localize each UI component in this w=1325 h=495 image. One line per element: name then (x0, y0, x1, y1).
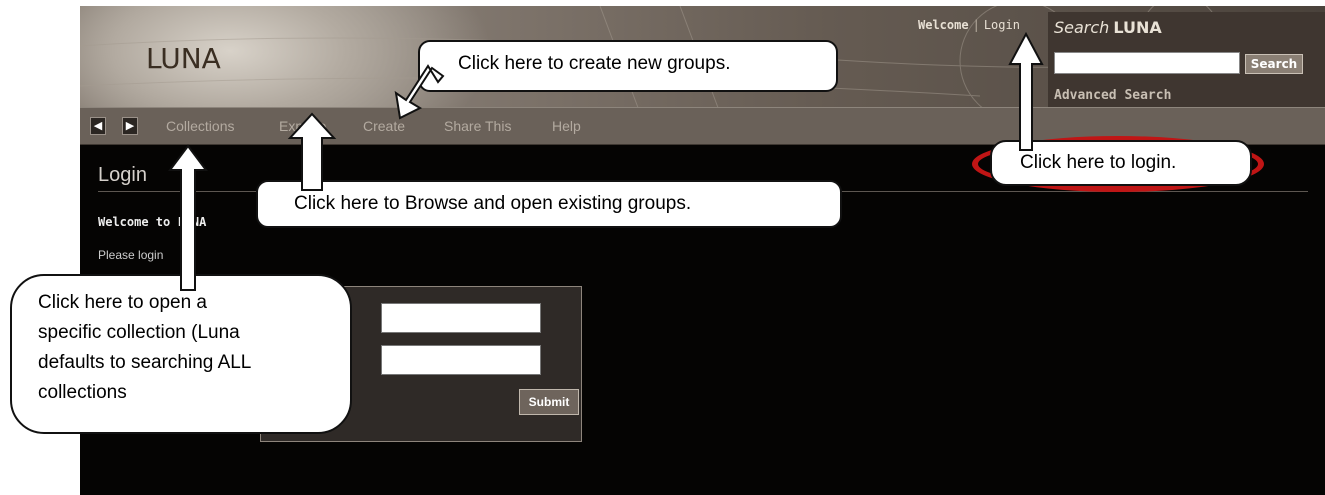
arrow-to-login (1008, 31, 1044, 151)
arrow-to-explore (287, 112, 337, 191)
annotation-arrows (168, 31, 1044, 291)
arrow-to-create (394, 64, 445, 120)
arrow-to-collections (168, 144, 208, 291)
